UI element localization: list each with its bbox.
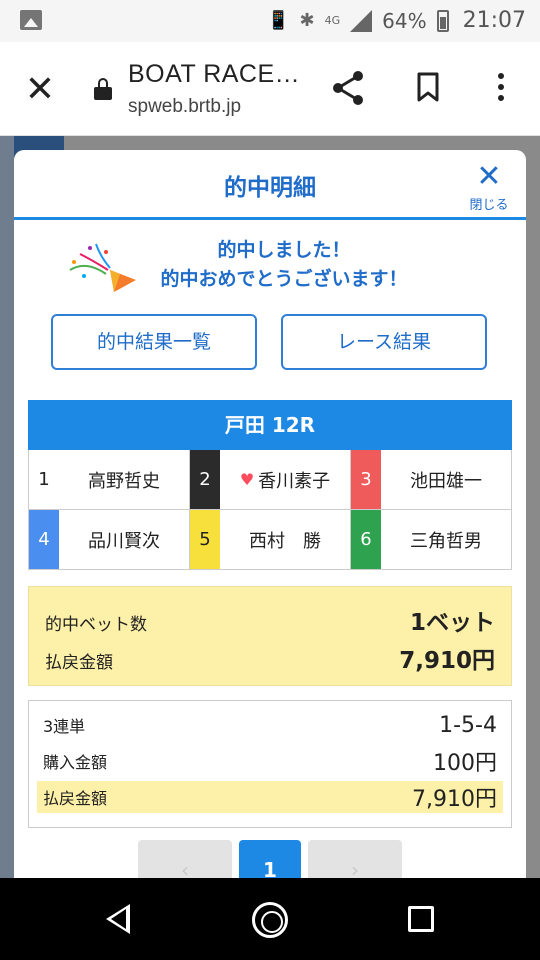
lane-number: 6 [351,510,381,569]
home-icon[interactable] [252,902,288,938]
lock-icon[interactable] [94,78,112,100]
bets-value: 1ベット [409,610,495,636]
modal-title: 的中明細 [224,175,316,201]
bets-label: 的中ベット数 [45,615,147,635]
share-icon[interactable] [330,68,366,108]
race-results-button[interactable]: レース結果 [281,314,487,370]
page-title: BOAT RACE… [128,60,301,88]
summary-bets-row: 的中ベット数 1ベット [45,603,495,637]
status-icons: 📱 ✱ 4G 64% 21:07 [267,8,526,33]
payout-value: 7,910円 [399,648,495,674]
lane-number: 3 [351,450,381,509]
lane-number: 1 [29,450,59,509]
bet-detail: 3連単 1-5-4 購入金額 100円 払戻金額 7,910円 [28,700,512,828]
racer-name-wrap: 品川賢次 [59,510,189,569]
browser-toolbar: ✕ BOAT RACE… spweb.brtb.jp [0,42,540,136]
recent-apps-icon[interactable] [408,906,434,932]
system-nav-bar [0,878,540,960]
payout-label: 払戻金額 [45,653,113,673]
purchase-label: 購入金額 [43,753,108,772]
signal-icon [350,9,373,32]
lane-number: 5 [190,510,220,569]
hit-summary: 的中ベット数 1ベット 払戻金額 7,910円 [28,586,512,686]
racer-name: 三角哲男 [410,530,482,552]
congrats-line-2: 的中おめでとうございます！ [160,268,408,290]
racer-cell: 5 西村 勝 [190,510,351,570]
bluetooth-icon: ✱ [299,10,315,31]
bookmark-icon[interactable] [416,72,440,102]
racer-name: 高野哲史 [88,470,160,492]
gallery-icon [20,10,42,30]
summary-payout-row: 払戻金額 7,910円 [45,641,495,675]
hit-list-button[interactable]: 的中結果一覧 [51,314,257,370]
bet-combination: 1-5-4 [439,712,497,738]
page-url: spweb.brtb.jp [128,96,242,117]
racer-name-wrap: 高野哲史 [59,450,189,509]
racer-grid: 1 高野哲史 2 ♥ 香川素子 3 池田雄一 4 品川賢次 5 西村 勝 6 三角哲男 [28,450,512,570]
party-popper-icon [69,243,136,292]
racer-cell: 6 三角哲男 [351,510,512,570]
modal-header: 的中明細 ✕ 閉じる [14,150,526,220]
bet-type-row: 3連単 1-5-4 [37,709,503,741]
heart-icon: ♥ [239,470,255,489]
close-label: 閉じる [469,198,509,213]
lane-number: 4 [29,510,59,569]
racer-name: 香川素子 [258,470,331,492]
congrats-message: 的中しました！ 的中おめでとうございます！ [14,236,526,296]
hit-detail-modal: 的中明細 ✕ 閉じる 的中しました！ 的中おめでとうございます！ 的中結果一覧 … [14,150,526,890]
racer-name-wrap: 西村 勝 [220,510,350,569]
detail-payout-value: 7,910円 [412,787,497,812]
detail-payout-row: 払戻金額 7,910円 [37,781,503,813]
back-icon[interactable] [106,904,130,934]
purchase-row: 購入金額 100円 [37,745,503,777]
clock: 21:07 [462,8,526,33]
racer-name: 西村 勝 [249,530,321,552]
race-header: 戸田 12R [28,400,512,450]
racer-name: 池田雄一 [410,470,482,492]
close-tab-icon[interactable]: ✕ [20,70,60,110]
close-button[interactable]: ✕ 閉じる [466,159,512,214]
racer-cell: 3 池田雄一 [351,450,512,510]
lane-number: 2 [190,450,220,509]
close-icon: ✕ [476,159,502,194]
racer-cell: 2 ♥ 香川素子 [190,450,351,510]
racer-name-wrap: 池田雄一 [381,450,511,509]
battery-icon [436,9,449,32]
racer-name-wrap: ♥ 香川素子 [220,450,350,509]
network-type: 4G [324,14,341,27]
more-menu-icon[interactable] [490,70,512,106]
race-card: 戸田 12R 1 高野哲史 2 ♥ 香川素子 3 池田雄一 4 品川賢次 5 西村 勝 6 三角哲男 [28,400,512,570]
racer-cell: 1 高野哲史 [29,450,190,510]
nfc-icon: 📱 [267,10,290,31]
bet-type-label: 3連単 [43,717,86,736]
congrats-line-1: 的中しました！ [217,239,351,261]
racer-name-wrap: 三角哲男 [381,510,511,569]
racer-cell: 4 品川賢次 [29,510,190,570]
status-bar: 📱 ✱ 4G 64% 21:07 [0,0,540,42]
battery-percent: 64% [382,8,427,33]
purchase-value: 100円 [433,751,497,776]
racer-name: 品川賢次 [88,530,160,552]
detail-payout-label: 払戻金額 [43,789,108,808]
